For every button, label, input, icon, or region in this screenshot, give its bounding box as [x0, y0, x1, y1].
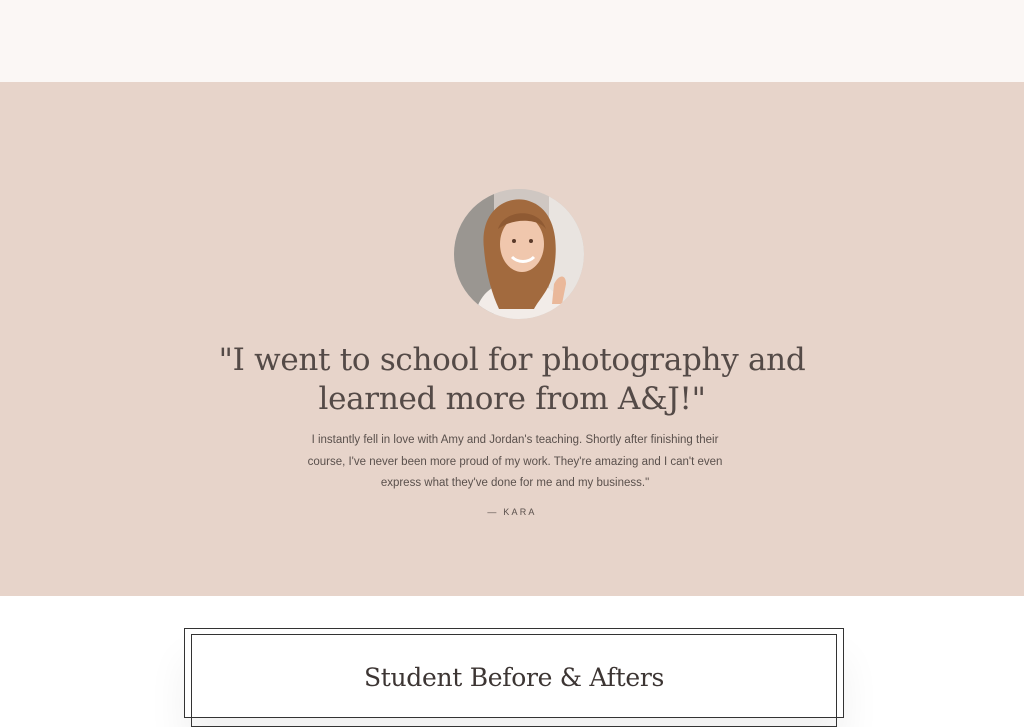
testimonial-section: "I went to school for photography and le… — [0, 82, 1024, 596]
testimonial-quote: "I went to school for photography and le… — [218, 342, 806, 417]
top-band — [0, 0, 1024, 82]
before-after-card: Student Before & Afters — [184, 628, 844, 727]
testimonial-avatar — [454, 189, 584, 319]
portrait-photo-icon — [454, 189, 584, 319]
testimonial-body: I instantly fell in love with Amy and Jo… — [307, 434, 723, 489]
before-after-title: Student Before & Afters — [363, 663, 665, 692]
testimonial-author: — KARA — [487, 507, 537, 517]
